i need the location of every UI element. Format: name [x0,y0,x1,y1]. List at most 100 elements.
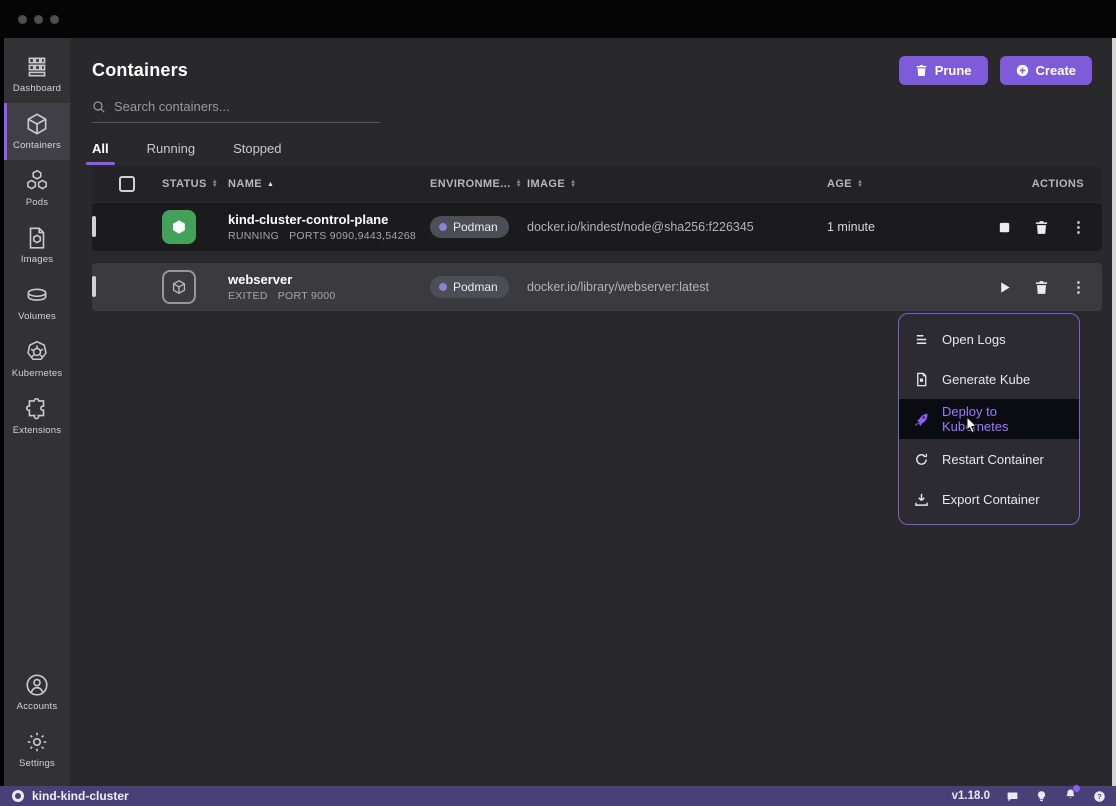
sidebar-item-label: Dashboard [13,83,61,94]
table-row[interactable]: kind-cluster-control-plane RUNNING PORTS… [92,203,1102,251]
notifications-button[interactable] [1064,788,1077,804]
menu-item-label: Generate Kube [942,372,1030,387]
help-icon[interactable]: ? [1093,790,1106,803]
column-label: STATUS [162,178,207,190]
container-context-menu: Open Logs Generate Kube Deploy to Kubern… [898,313,1080,525]
menu-item-open-logs[interactable]: Open Logs [899,319,1079,359]
tab-all[interactable]: All [92,141,109,165]
container-status-exited-icon [162,270,196,304]
sidebar-item-accounts[interactable]: Accounts [4,664,70,721]
stop-container-icon[interactable] [997,220,1012,235]
column-label: ENVIRONME... [430,178,511,190]
menu-item-restart-container[interactable]: Restart Container [899,439,1079,479]
environment-label: Podman [453,280,498,294]
feedback-icon[interactable] [1006,790,1019,803]
container-name[interactable]: webserver [228,272,430,287]
cluster-name: kind-kind-cluster [32,789,129,803]
sort-icon [570,180,576,189]
export-icon [914,492,929,507]
search-bar[interactable] [92,99,380,123]
podman-dot-icon [439,223,447,231]
rocket-icon [914,412,929,427]
column-label: ACTIONS [1032,178,1084,190]
sidebar-item-extensions[interactable]: Extensions [4,388,70,445]
sidebar-item-pods[interactable]: Pods [4,160,70,217]
maximize-window-icon[interactable] [50,15,59,24]
prune-button[interactable]: Prune [899,56,988,85]
kube-context-button[interactable]: kind-kind-cluster [12,789,129,803]
logs-icon [914,332,929,347]
sidebar-spacer [4,445,70,664]
images-icon [24,225,50,251]
menu-item-label: Deploy to Kubernetes [942,404,1064,434]
containers-table: STATUS NAME ENVIRONME... IMAGE [92,167,1102,311]
app-window: Dashboard Containers Pods [0,0,1116,806]
close-window-icon[interactable] [18,15,27,24]
container-name[interactable]: kind-cluster-control-plane [228,212,430,227]
sidebar-item-kubernetes[interactable]: Kubernetes [4,331,70,388]
app-version: v1.18.0 [952,790,990,802]
sidebar-item-dashboard[interactable]: Dashboard [4,46,70,103]
container-ports: PORT 9000 [278,290,336,302]
container-image: docker.io/library/webserver:latest [527,280,827,294]
select-all-checkbox[interactable] [119,176,135,192]
menu-item-label: Open Logs [942,332,1006,347]
sidebar-item-label: Accounts [17,701,58,712]
menu-item-generate-kube[interactable]: Generate Kube [899,359,1079,399]
column-header-name[interactable]: NAME [228,178,430,190]
create-button[interactable]: Create [1000,56,1092,85]
sort-icon [857,180,863,189]
sidebar-item-containers[interactable]: Containers [4,103,70,160]
kube-file-icon [914,372,929,387]
container-state: RUNNING [228,230,279,242]
menu-item-deploy-to-kubernetes[interactable]: Deploy to Kubernetes [899,399,1079,439]
sidebar-item-label: Volumes [18,311,56,322]
tab-stopped[interactable]: Stopped [233,141,281,165]
menu-item-label: Export Container [942,492,1040,507]
minimize-window-icon[interactable] [34,15,43,24]
containers-icon [24,111,50,137]
sidebar-item-label: Extensions [13,425,61,436]
row-menu-icon[interactable]: ⋮ [1071,280,1086,295]
start-container-icon[interactable] [997,280,1012,295]
plus-circle-icon [1016,64,1029,77]
sidebar-item-settings[interactable]: Settings [4,721,70,778]
podman-logo-icon [12,790,24,802]
environment-badge: Podman [430,276,509,298]
column-header-status[interactable]: STATUS [162,178,228,190]
column-header-age[interactable]: AGE [827,178,970,190]
menu-item-export-container[interactable]: Export Container [899,479,1079,519]
background-window-edge [1112,38,1116,786]
create-button-label: Create [1036,63,1076,78]
row-checkbox[interactable] [92,216,96,237]
lightbulb-icon[interactable] [1035,790,1048,803]
tab-bar: All Running Stopped [92,141,1106,165]
pods-icon [24,168,50,194]
sidebar-item-label: Settings [19,758,55,769]
sidebar-item-volumes[interactable]: Volumes [4,274,70,331]
window-controls[interactable] [18,15,59,24]
sidebar-item-label: Images [21,254,53,265]
container-status-running-icon [162,210,196,244]
table-row[interactable]: webserver EXITED PORT 9000 Podman docker… [92,263,1102,311]
column-header-environment[interactable]: ENVIRONME... [430,178,527,190]
delete-container-icon[interactable] [1034,220,1049,235]
delete-container-icon[interactable] [1034,280,1049,295]
notification-dot [1073,785,1080,792]
row-checkbox[interactable] [92,276,96,297]
titlebar [0,0,1116,38]
sort-icon [212,180,218,189]
tab-running[interactable]: Running [147,141,195,165]
restart-icon [914,452,929,467]
column-label: AGE [827,178,852,190]
mouse-cursor [964,416,980,436]
container-age: 1 minute [827,220,970,234]
prune-button-label: Prune [935,63,972,78]
row-menu-icon[interactable]: ⋮ [1071,220,1086,235]
search-input[interactable] [114,99,380,114]
column-header-actions: ACTIONS [970,178,1102,190]
menu-item-label: Restart Container [942,452,1044,467]
sidebar-item-images[interactable]: Images [4,217,70,274]
column-header-image[interactable]: IMAGE [527,178,827,190]
sort-icon [516,180,522,189]
